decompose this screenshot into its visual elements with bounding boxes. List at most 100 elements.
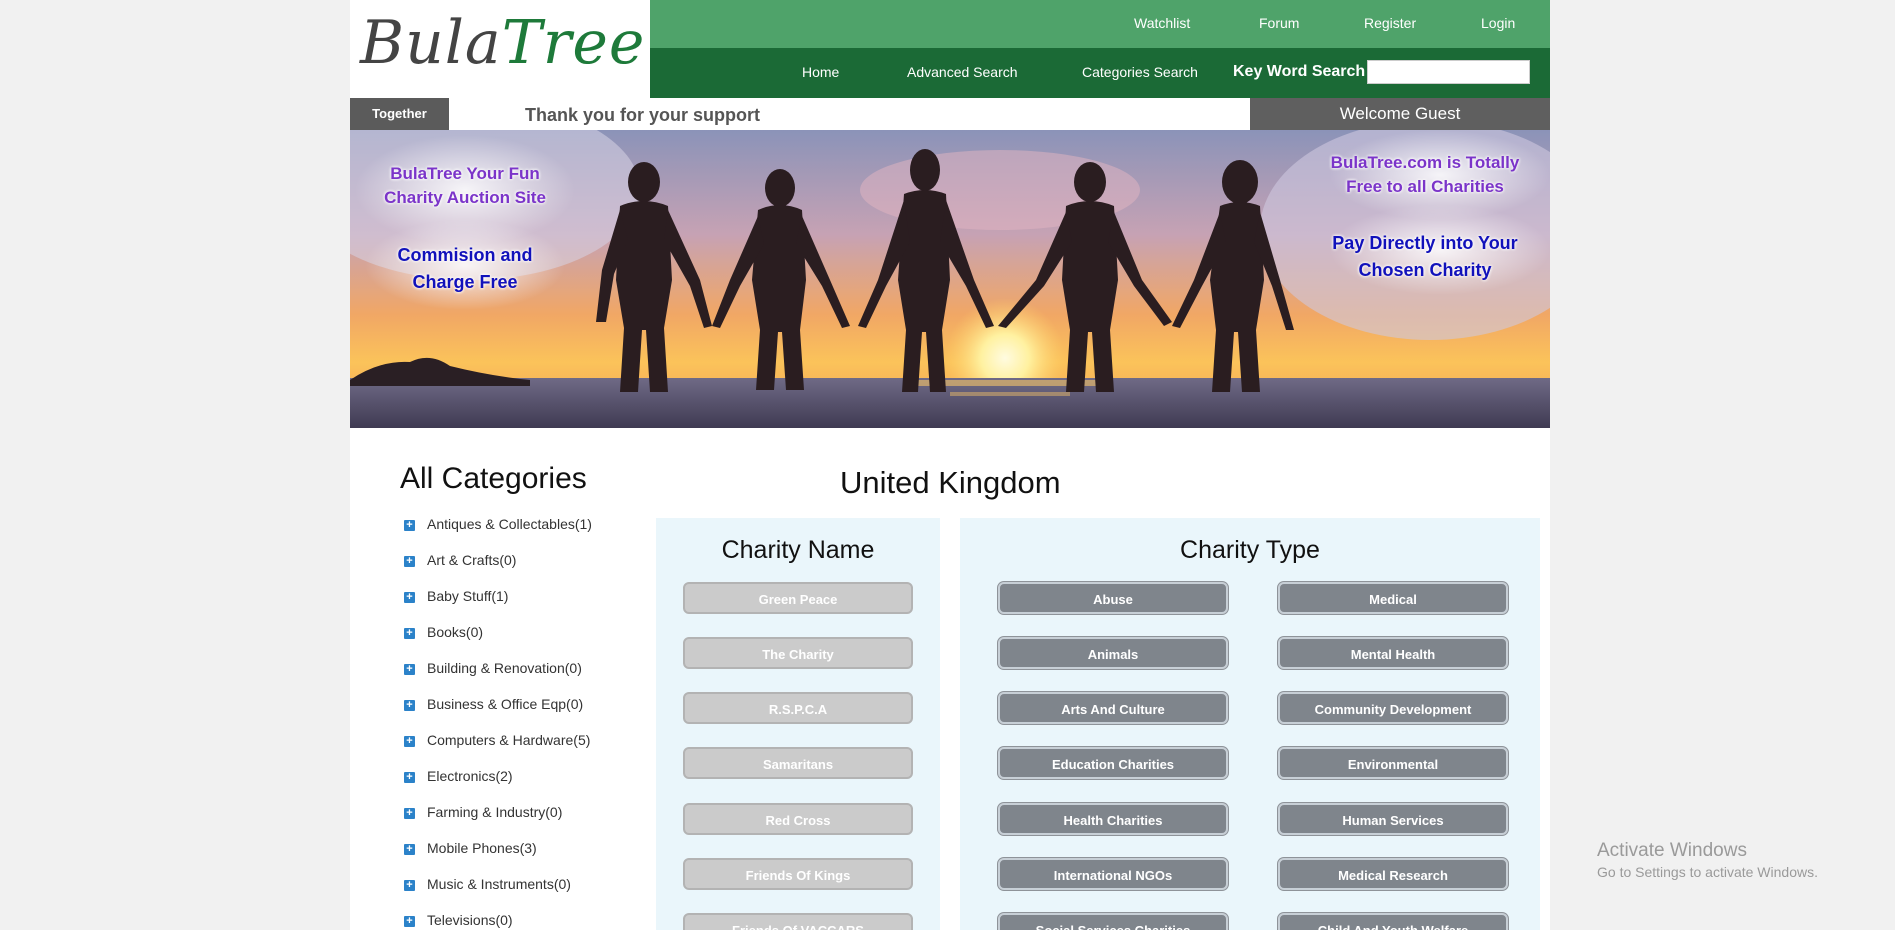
top-nav: Watchlist Forum Register Login: [650, 0, 1550, 48]
category-item[interactable]: + Books(0): [404, 624, 592, 660]
category-item[interactable]: + Music & Instruments(0): [404, 876, 592, 912]
charity-type-button[interactable]: Child And Youth Welfare: [1278, 913, 1508, 930]
logo-area: BulaTree: [350, 0, 650, 98]
charity-type-button[interactable]: Abuse: [998, 582, 1228, 614]
charity-name-button[interactable]: Samaritans: [683, 747, 913, 779]
category-label[interactable]: Farming & Industry(0): [427, 804, 562, 820]
logo-part1: Bula: [360, 8, 502, 78]
hero-right-line2: Free to all Charities: [1346, 177, 1504, 196]
category-label[interactable]: Baby Stuff(1): [427, 588, 508, 604]
forum-link[interactable]: Forum: [1259, 15, 1299, 31]
charity-type-button[interactable]: Mental Health: [1278, 637, 1508, 669]
activate-windows-watermark: Activate Windows Go to Settings to activ…: [1597, 840, 1818, 880]
hero-left-tagline: BulaTree Your Fun Charity Auction Site: [365, 162, 565, 210]
expand-plus-icon[interactable]: +: [404, 628, 415, 639]
activate-windows-subtitle: Go to Settings to activate Windows.: [1597, 864, 1818, 880]
charity-name-panel: Charity Name Green Peace The Charity R.S…: [656, 518, 940, 930]
category-label[interactable]: Televisions(0): [427, 912, 513, 928]
hero-right-tagline: BulaTree.com is Totally Free to all Char…: [1315, 151, 1535, 199]
main-nav: Home Advanced Search Categories Search K…: [650, 48, 1550, 98]
category-item[interactable]: + Business & Office Eqp(0): [404, 696, 592, 732]
category-item[interactable]: + Art & Crafts(0): [404, 552, 592, 588]
advanced-search-link[interactable]: Advanced Search: [907, 64, 1018, 80]
category-label[interactable]: Books(0): [427, 624, 483, 640]
categories-list: + Antiques & Collectables(1) + Art & Craft…: [404, 516, 592, 930]
watchlist-link[interactable]: Watchlist: [1134, 15, 1190, 31]
charity-type-button[interactable]: Education Charities: [998, 747, 1228, 779]
category-label[interactable]: Art & Crafts(0): [427, 552, 516, 568]
welcome-message: Welcome Guest: [1250, 98, 1550, 130]
home-link[interactable]: Home: [802, 64, 839, 80]
category-item[interactable]: + Televisions(0): [404, 912, 592, 930]
expand-plus-icon[interactable]: +: [404, 700, 415, 711]
category-label[interactable]: Electronics(2): [427, 768, 513, 784]
hero-left-line2: Charity Auction Site: [384, 188, 546, 207]
hero-right-line1: BulaTree.com is Totally: [1330, 153, 1520, 172]
category-label[interactable]: Music & Instruments(0): [427, 876, 571, 892]
page: BulaTree Watchlist Forum Register Login …: [350, 0, 1550, 930]
hero-right-line3: Pay Directly into Your: [1332, 233, 1518, 253]
category-label[interactable]: Business & Office Eqp(0): [427, 696, 583, 712]
hero-right-line4: Chosen Charity: [1358, 260, 1492, 280]
activate-windows-title: Activate Windows: [1597, 840, 1747, 861]
categories-heading: All Categories: [400, 462, 587, 495]
country-heading: United Kingdom: [840, 465, 1061, 500]
login-link[interactable]: Login: [1481, 15, 1515, 31]
charity-name-button[interactable]: Friends Of VACCARS: [683, 913, 913, 930]
charity-type-button[interactable]: International NGOs: [998, 858, 1228, 890]
hero-banner: BulaTree Your Fun Charity Auction Site C…: [350, 130, 1550, 428]
expand-plus-icon[interactable]: +: [404, 916, 415, 927]
category-item[interactable]: + Mobile Phones(3): [404, 840, 592, 876]
charity-name-button[interactable]: Friends Of Kings: [683, 858, 913, 890]
categories-search-link[interactable]: Categories Search: [1082, 64, 1198, 80]
together-badge: Together: [350, 98, 449, 130]
charity-name-title: Charity Name: [721, 536, 875, 564]
hero-right-subtagline: Pay Directly into Your Chosen Charity: [1310, 230, 1540, 284]
charity-type-title: Charity Type: [1180, 536, 1320, 564]
logo-part2: Tree: [501, 8, 646, 78]
charity-type-button[interactable]: Medical Research: [1278, 858, 1508, 890]
category-item[interactable]: + Antiques & Collectables(1): [404, 516, 592, 552]
category-label[interactable]: Computers & Hardware(5): [427, 732, 590, 748]
hero-left-line4: Charge Free: [412, 272, 518, 292]
expand-plus-icon[interactable]: +: [404, 772, 415, 783]
site-logo[interactable]: BulaTree: [360, 8, 645, 78]
charity-type-button[interactable]: Community Development: [1278, 692, 1508, 724]
expand-plus-icon[interactable]: +: [404, 556, 415, 567]
expand-plus-icon[interactable]: +: [404, 592, 415, 603]
charity-name-button[interactable]: Red Cross: [683, 803, 913, 835]
expand-plus-icon[interactable]: +: [404, 520, 415, 531]
category-item[interactable]: + Baby Stuff(1): [404, 588, 592, 624]
thanks-message: Thank you for your support: [525, 105, 761, 125]
charity-name-button[interactable]: R.S.P.C.A: [683, 692, 913, 724]
charity-type-button[interactable]: Social Services Charities: [998, 913, 1228, 930]
keyword-search-label: Key Word Search: [1233, 63, 1366, 80]
charity-type-button[interactable]: Arts And Culture: [998, 692, 1228, 724]
hero-left-line3: Commision and: [397, 245, 533, 265]
charity-type-button[interactable]: Medical: [1278, 582, 1508, 614]
category-label[interactable]: Mobile Phones(3): [427, 840, 537, 856]
category-item[interactable]: + Computers & Hardware(5): [404, 732, 592, 768]
charity-name-button[interactable]: Green Peace: [683, 582, 913, 614]
charity-type-button[interactable]: Environmental: [1278, 747, 1508, 779]
charity-type-button[interactable]: Animals: [998, 637, 1228, 669]
hero-left-line1: BulaTree Your Fun: [390, 164, 540, 183]
expand-plus-icon[interactable]: +: [404, 880, 415, 891]
charity-type-button[interactable]: Human Services: [1278, 803, 1508, 835]
charity-name-button[interactable]: The Charity: [683, 637, 913, 669]
expand-plus-icon[interactable]: +: [404, 736, 415, 747]
keyword-search-input[interactable]: [1367, 60, 1530, 84]
register-link[interactable]: Register: [1364, 15, 1416, 31]
expand-plus-icon[interactable]: +: [404, 808, 415, 819]
category-item[interactable]: + Farming & Industry(0): [404, 804, 592, 840]
category-item[interactable]: + Building & Renovation(0): [404, 660, 592, 696]
category-label[interactable]: Building & Renovation(0): [427, 660, 582, 676]
category-label[interactable]: Antiques & Collectables(1): [427, 516, 592, 532]
category-item[interactable]: + Electronics(2): [404, 768, 592, 804]
hero-left-subtagline: Commision and Charge Free: [365, 242, 565, 296]
info-strip: Together Thank you for your support Welc…: [350, 98, 1550, 130]
charity-type-panel: Charity Type Abuse Animals Arts And Cult…: [960, 518, 1540, 930]
expand-plus-icon[interactable]: +: [404, 664, 415, 675]
charity-type-button[interactable]: Health Charities: [998, 803, 1228, 835]
expand-plus-icon[interactable]: +: [404, 844, 415, 855]
